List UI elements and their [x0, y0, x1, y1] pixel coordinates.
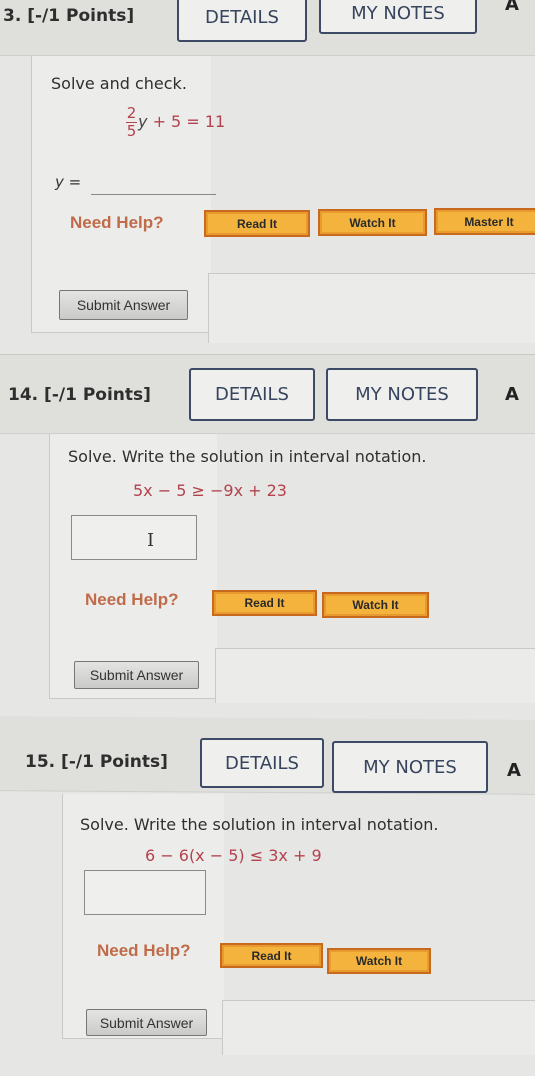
read-it-button[interactable]: Read It — [204, 210, 310, 237]
my-notes-button[interactable]: MY NOTES — [332, 741, 488, 793]
question-13-title: 3. [-/1 Points] — [3, 6, 134, 26]
answer-input[interactable] — [71, 515, 197, 560]
ask-teacher-button[interactable]: A — [505, 384, 519, 405]
question-number: 15. — [25, 752, 56, 772]
fraction-denominator: 5 — [126, 122, 137, 140]
ask-teacher-button[interactable]: A — [507, 760, 521, 781]
need-help-label: Need Help? — [97, 941, 191, 960]
question-14-body — [49, 434, 217, 699]
question-13-body-right — [208, 273, 535, 343]
equation-rest: + 5 = 11 — [152, 112, 226, 131]
details-button[interactable]: DETAILS — [200, 738, 324, 788]
master-it-button[interactable]: Master It — [434, 208, 535, 235]
details-button[interactable]: DETAILS — [177, 0, 307, 42]
watch-it-button[interactable]: Watch It — [318, 209, 427, 236]
fraction: 2 5 — [126, 106, 137, 139]
equation: 6 − 6(x − 5) ≤ 3x + 9 — [145, 846, 322, 865]
equation-variable: y — [138, 112, 148, 131]
my-notes-button[interactable]: MY NOTES — [326, 368, 478, 421]
text-cursor-icon: I — [147, 530, 155, 551]
read-it-button[interactable]: Read It — [212, 590, 317, 616]
question-number: 14. — [8, 385, 39, 405]
equation: 2 5 y + 5 = 11 — [126, 106, 225, 139]
submit-answer-button[interactable]: Submit Answer — [59, 290, 188, 320]
answer-label: y = — [55, 173, 82, 191]
watch-it-button[interactable]: Watch It — [322, 592, 429, 618]
question-14-title: 14. [-/1 Points] — [8, 385, 151, 405]
question-prompt: Solve. Write the solution in interval no… — [68, 447, 427, 466]
details-button[interactable]: DETAILS — [189, 368, 315, 421]
need-help-label: Need Help? — [85, 590, 179, 609]
question-prompt: Solve and check. — [51, 74, 187, 93]
points-label: [-/1 Points] — [61, 752, 168, 772]
watch-it-button[interactable]: Watch It — [327, 948, 431, 974]
answer-input[interactable] — [84, 870, 206, 915]
question-15-body-right — [222, 1000, 535, 1055]
submit-answer-button[interactable]: Submit Answer — [74, 661, 199, 689]
my-notes-button[interactable]: MY NOTES — [319, 0, 477, 34]
need-help-label: Need Help? — [70, 213, 164, 232]
answer-input[interactable] — [91, 180, 216, 195]
question-number: 3. — [3, 6, 22, 26]
read-it-button[interactable]: Read It — [220, 943, 323, 968]
submit-answer-button[interactable]: Submit Answer — [86, 1009, 207, 1036]
points-label: [-/1 Points] — [27, 6, 135, 26]
question-15-title: 15. [-/1 Points] — [25, 752, 168, 772]
question-14-body-right — [215, 648, 535, 703]
equation: 5x − 5 ≥ −9x + 23 — [133, 481, 287, 500]
points-label: [-/1 Points] — [44, 385, 151, 405]
fraction-numerator: 2 — [126, 104, 137, 122]
question-prompt: Solve. Write the solution in interval no… — [80, 815, 439, 834]
ask-teacher-button[interactable]: A — [505, 0, 519, 15]
